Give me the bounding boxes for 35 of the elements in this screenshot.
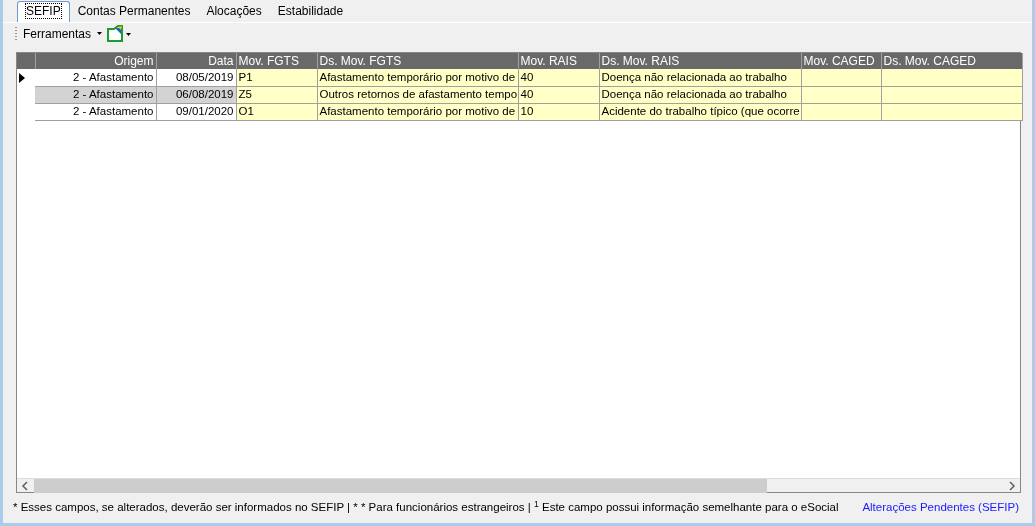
table-cell: P1	[238, 70, 253, 83]
table-cell: Acidente do trabalho típico (que ocorre	[601, 105, 800, 117]
table-cell: 2 - Afastamento	[72, 88, 154, 100]
tab[interactable]: Contas Permanentes	[69, 2, 199, 22]
table-cell: 2 - Afastamento	[72, 105, 154, 117]
table-cell: Z5	[238, 88, 252, 100]
footnote-text: * Esses campos, se alterados, deverão ser informados no SEFIP | * * Para funcionários estrangeiros | $^{1}$ Este campo possui informação semelhante para o eSocial	[13, 499, 839, 516]
caret-icon	[97, 32, 103, 35]
column-header[interactable]: Ds. Mov. RAIS	[599, 53, 801, 69]
table-cell: O1	[238, 105, 254, 117]
column-header[interactable]: Mov. FGTS	[236, 53, 317, 69]
tools-menu[interactable]: Ferramentas	[19, 24, 96, 43]
tab[interactable]: Estabilidade	[269, 2, 352, 22]
table-cell: 40	[520, 88, 534, 100]
table-cell: 2 - Afastamento	[72, 70, 154, 83]
table-cell: Afastamento temporário por motivo de	[319, 105, 516, 117]
table-cell: Outros retornos de afastamento tempo	[319, 88, 517, 100]
table-cell: 40	[520, 70, 534, 83]
column-header[interactable]: Mov. CAGED	[801, 53, 881, 69]
column-header[interactable]: Mov. RAIS	[518, 53, 599, 69]
table-cell: Afastamento temporário por motivo de	[319, 70, 516, 83]
table-cell: 09/01/2020	[175, 105, 234, 117]
table-cell: 08/05/2019	[175, 70, 234, 83]
column-header[interactable]: Data	[156, 53, 236, 69]
tab[interactable]: Alocações	[198, 2, 270, 22]
table-cell: 10	[520, 105, 534, 117]
table-cell: 06/08/2019	[175, 88, 234, 100]
column-header[interactable]: Origem	[35, 53, 156, 69]
column-header[interactable]: Ds. Mov. CAGED	[881, 53, 1022, 69]
pending-changes-link[interactable]: Alterações Pendentes (SEFIP)	[862, 499, 1019, 517]
table-cell: Doença não relacionada ao trabalho	[601, 70, 787, 83]
column-header[interactable]: Ds. Mov. FGTS	[317, 53, 518, 69]
table-cell: Doença não relacionada ao trabalho	[601, 88, 787, 100]
tab[interactable]: SEFIP	[17, 1, 70, 22]
scrollbar-thumb[interactable]	[34, 478, 767, 493]
